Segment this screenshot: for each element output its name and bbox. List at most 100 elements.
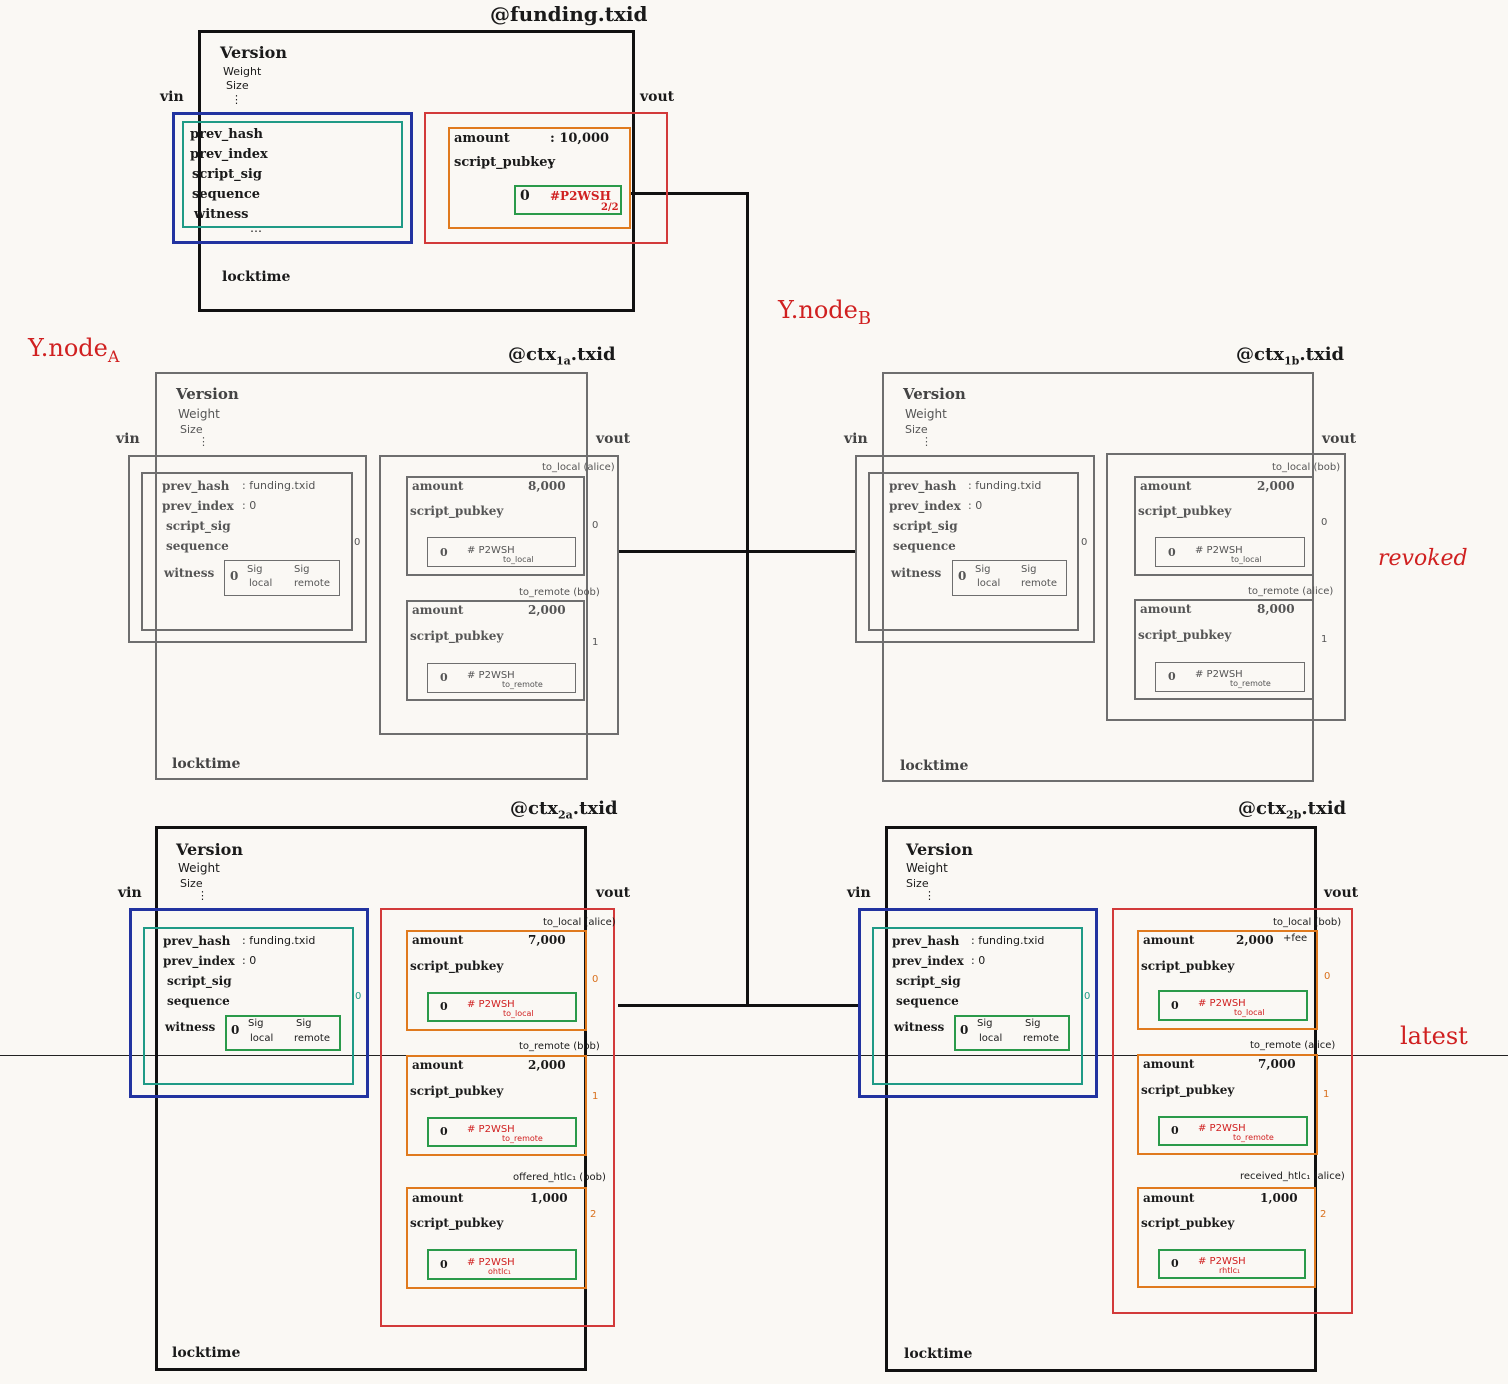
script-op-zero: 0 [440,1258,448,1271]
script-pubkey-colon: : [549,157,554,172]
vin-label: vin [116,431,140,447]
node-a-label: Y.nodeA [28,334,120,366]
amount-label: amount [412,933,464,947]
witness-zero: 0 [230,569,239,583]
sig-remote-sub: remote [1021,578,1057,589]
ctx1b-prev-index-value: : 0 [968,499,983,512]
ctx1b-out1-index: 1 [1321,634,1328,645]
ellipsis-label: ⋮ [924,889,935,902]
vin-label: vin [844,431,868,447]
script-pubkey-label: script_pubkey [410,1216,504,1230]
ctx2a-prev-hash-value: : funding.txid [242,934,316,947]
sig-remote-label: Sig [1025,1018,1041,1029]
vout-label: vout [596,885,631,901]
weight-label: Weight [906,861,948,875]
ctx1a-out0-label: to_local (alice) [542,462,615,473]
script-pubkey-label: script_pubkey [410,629,504,643]
ctx2a-out1-amount: 2,000 [528,1058,566,1072]
locktime-label: locktime [172,756,241,772]
ellipsis-label: ⋮ [197,889,208,902]
size-label: Size [180,877,203,890]
witness-label: witness [194,207,249,222]
amount-label: amount [412,1058,464,1072]
vout-label: vout [640,89,675,105]
script-op-zero: 0 [440,1125,448,1138]
ellipsis-label: ⋮ [198,435,209,448]
amount-label: amount [412,603,464,617]
ellipsis-label: ⋮ [231,93,242,106]
vout-label: vout [596,431,631,447]
prev-hash-label: prev_hash [163,934,231,948]
ctx1b-out0-script-sub: to_local [1231,555,1262,564]
script-op-zero: 0 [1171,999,1179,1012]
prev-index-label: prev_index [162,499,234,513]
ctx1a-prev-index-value: : 0 [242,499,257,512]
vin-label: vin [118,885,142,901]
script-pubkey-label: script_pubkey [1141,1083,1235,1097]
version-label: Version [903,385,966,403]
node-b-label: Y.nodeB [778,296,872,329]
size-label: Size [906,877,929,890]
ctx2b-prev-index-value: : 0 [971,954,986,967]
script-op-zero: 0 [520,188,530,204]
script-sig-label: script_sig [896,974,961,988]
ctx2a-out1-index: 1 [592,1091,599,1102]
amount-label: amount [1143,1191,1195,1205]
sequence-label: sequence [893,539,956,553]
ctx1b-vin-index: 0 [1081,537,1088,548]
ctx2b-out2-label: received_htlc₁ (alice) [1240,1171,1345,1182]
funding-script-sub: 2/2 [601,202,619,213]
ctx1a-out1-script-sub: to_remote [502,680,543,689]
ctx2a-out2-index: 2 [590,1209,597,1220]
ctx1a-out0-amount: 8,000 [528,479,566,493]
ctx2b-out1-amount: 7,000 [1258,1057,1296,1071]
ctx2a-title: @ctx2a.txid [510,798,618,822]
ctx2b-out2-script-sub: rhtlc₁ [1219,1266,1241,1275]
script-sig-label: script_sig [893,519,958,533]
version-label: Version [176,840,243,859]
latest-label: latest [1400,1022,1468,1050]
weight-label: Weight [178,407,220,421]
sequence-label: sequence [166,539,229,553]
funding-title: @funding.txid [490,2,648,26]
prev-index-label: prev_index [889,499,961,513]
locktime-label: locktime [904,1346,973,1362]
script-op-zero: 0 [440,671,448,684]
ctx2b-vin-index: 0 [1084,991,1091,1002]
sig-local-sub: local [250,1033,274,1044]
ctx2b-out0-label: to_local (bob) [1273,917,1342,928]
connector-ctx2-row [618,1004,858,1007]
script-op-zero: 0 [1168,670,1176,683]
ctx2b-out0-amount: 2,000 [1236,933,1274,947]
connector-trunk [746,192,749,1007]
ctx2b-title: @ctx2b.txid [1238,798,1347,822]
prev-index-label: prev_index [190,147,268,162]
sequence-label: sequence [896,994,959,1008]
sig-local-label: Sig [977,1018,993,1029]
ctx2a-out2-label: offered_htlc₁ (bob) [513,1172,606,1183]
sig-local-sub: local [979,1033,1003,1044]
ctx1b-out1-script-sub: to_remote [1230,679,1271,688]
locktime-label: locktime [900,758,969,774]
locktime-label: locktime [172,1345,241,1361]
ctx1b-title: @ctx1b.txid [1236,344,1345,368]
vin-label: vin [160,89,184,105]
ctx2a-out1-label: to_remote (bob) [519,1041,600,1052]
ctx1a-title: @ctx1a.txid [508,344,616,368]
amount-label: amount [1140,479,1192,493]
prev-index-label: prev_index [892,954,964,968]
vout-label: vout [1322,431,1357,447]
sig-remote-sub: remote [294,578,330,589]
ctx2a-out0-script-sub: to_local [503,1009,534,1018]
revoked-label: revoked [1378,546,1468,571]
amount-label: amount [454,131,510,146]
prev-hash-label: prev_hash [190,127,263,142]
script-pubkey-label: script_pubkey [410,1084,504,1098]
ctx2b-out0-script-sub: to_local [1234,1008,1265,1017]
script-op-zero: 0 [1171,1124,1179,1137]
funding-script-type: #P2WSH [550,189,611,203]
ctx1a-out0-script-sub: to_local [503,555,534,564]
ctx2b-out2-amount: 1,000 [1260,1191,1298,1205]
ctx1b-out1-amount: 8,000 [1257,602,1295,616]
ctx1b-out1-label: to_remote (alice) [1248,586,1334,597]
